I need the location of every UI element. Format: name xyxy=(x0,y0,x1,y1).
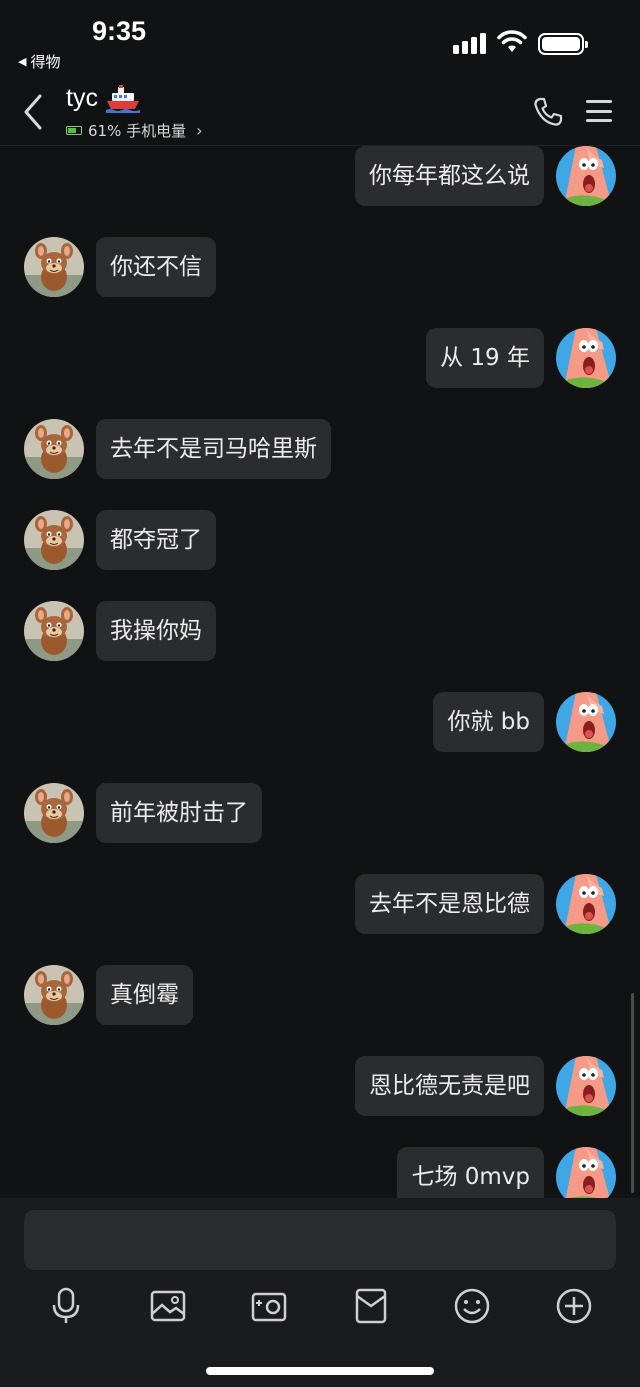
battery-icon xyxy=(538,33,588,55)
incoming-message: 真倒霉 xyxy=(0,965,640,1025)
contact-status[interactable]: 61% 手机电量 › xyxy=(66,120,203,141)
home-indicator[interactable] xyxy=(206,1367,434,1375)
outgoing-message: 你每年都这么说 xyxy=(0,146,640,206)
contact-avatar[interactable] xyxy=(24,601,84,661)
back-to-app[interactable]: ◀ 得物 xyxy=(18,51,60,72)
microphone-icon[interactable] xyxy=(46,1286,86,1326)
incoming-message: 你还不信 xyxy=(0,237,640,297)
contact-avatar[interactable] xyxy=(24,965,84,1025)
message-bubble[interactable]: 七场 0mvp xyxy=(397,1147,544,1198)
status-time: 9:35 xyxy=(92,16,147,46)
message-bubble[interactable]: 你就 bb xyxy=(433,692,544,752)
incoming-message: 去年不是司马哈里斯 xyxy=(0,419,640,479)
plus-icon[interactable] xyxy=(554,1286,594,1326)
incoming-message: 前年被肘击了 xyxy=(0,783,640,843)
phone-call-icon[interactable] xyxy=(532,96,564,128)
back-triangle-icon: ◀ xyxy=(18,55,27,68)
chat-header: tyc 61% 手机电量 › xyxy=(0,78,640,146)
ship-icon xyxy=(105,84,140,113)
back-arrow-icon[interactable] xyxy=(18,92,48,132)
message-bubble[interactable]: 都夺冠了 xyxy=(96,510,216,570)
back-app-label: 得物 xyxy=(30,53,61,71)
outgoing-message: 恩比德无责是吧 xyxy=(0,1056,640,1116)
message-bubble[interactable]: 恩比德无责是吧 xyxy=(355,1056,544,1116)
contact-name[interactable]: tyc xyxy=(66,84,140,113)
message-bubble[interactable]: 你还不信 xyxy=(96,237,216,297)
my-avatar[interactable] xyxy=(556,874,616,934)
wifi-icon xyxy=(497,30,527,52)
outgoing-message: 从 19 年 xyxy=(0,328,640,388)
contact-avatar[interactable] xyxy=(24,419,84,479)
message-bubble[interactable]: 去年不是恩比德 xyxy=(355,874,544,934)
contact-status-text: 61% 手机电量 xyxy=(88,122,187,140)
cellular-signal-icon xyxy=(453,33,486,54)
my-avatar[interactable] xyxy=(556,1056,616,1116)
scrollbar[interactable] xyxy=(631,993,634,1193)
menu-icon[interactable] xyxy=(586,98,612,124)
contact-avatar[interactable] xyxy=(24,237,84,297)
incoming-message: 都夺冠了 xyxy=(0,510,640,570)
composer-toolbar xyxy=(0,1286,640,1326)
chevron-right-icon: › xyxy=(196,121,203,140)
image-icon[interactable] xyxy=(148,1286,188,1326)
message-bubble[interactable]: 去年不是司马哈里斯 xyxy=(96,419,331,479)
phone-battery-icon xyxy=(66,126,82,135)
camera-icon[interactable] xyxy=(249,1286,289,1326)
my-avatar[interactable] xyxy=(556,692,616,752)
outgoing-message: 你就 bb xyxy=(0,692,640,752)
message-bubble[interactable]: 真倒霉 xyxy=(96,965,193,1025)
message-input[interactable] xyxy=(24,1210,616,1270)
message-list[interactable]: 你每年都这么说 你还不信 从 19 年 去年不是司马哈里斯 都夺冠了 我操你妈 … xyxy=(0,146,640,1198)
red-packet-icon[interactable] xyxy=(351,1286,391,1326)
outgoing-message: 去年不是恩比德 xyxy=(0,874,640,934)
message-bubble[interactable]: 我操你妈 xyxy=(96,601,216,661)
composer xyxy=(0,1198,640,1387)
my-avatar[interactable] xyxy=(556,146,616,206)
my-avatar[interactable] xyxy=(556,1147,616,1198)
incoming-message: 我操你妈 xyxy=(0,601,640,661)
message-bubble[interactable]: 前年被肘击了 xyxy=(96,783,262,843)
contact-avatar[interactable] xyxy=(24,783,84,843)
message-bubble[interactable]: 你每年都这么说 xyxy=(355,146,544,206)
contact-name-text: tyc xyxy=(66,84,98,112)
outgoing-message: 七场 0mvp xyxy=(0,1147,640,1198)
emoji-icon[interactable] xyxy=(452,1286,492,1326)
contact-avatar[interactable] xyxy=(24,510,84,570)
message-bubble[interactable]: 从 19 年 xyxy=(426,328,544,388)
my-avatar[interactable] xyxy=(556,328,616,388)
